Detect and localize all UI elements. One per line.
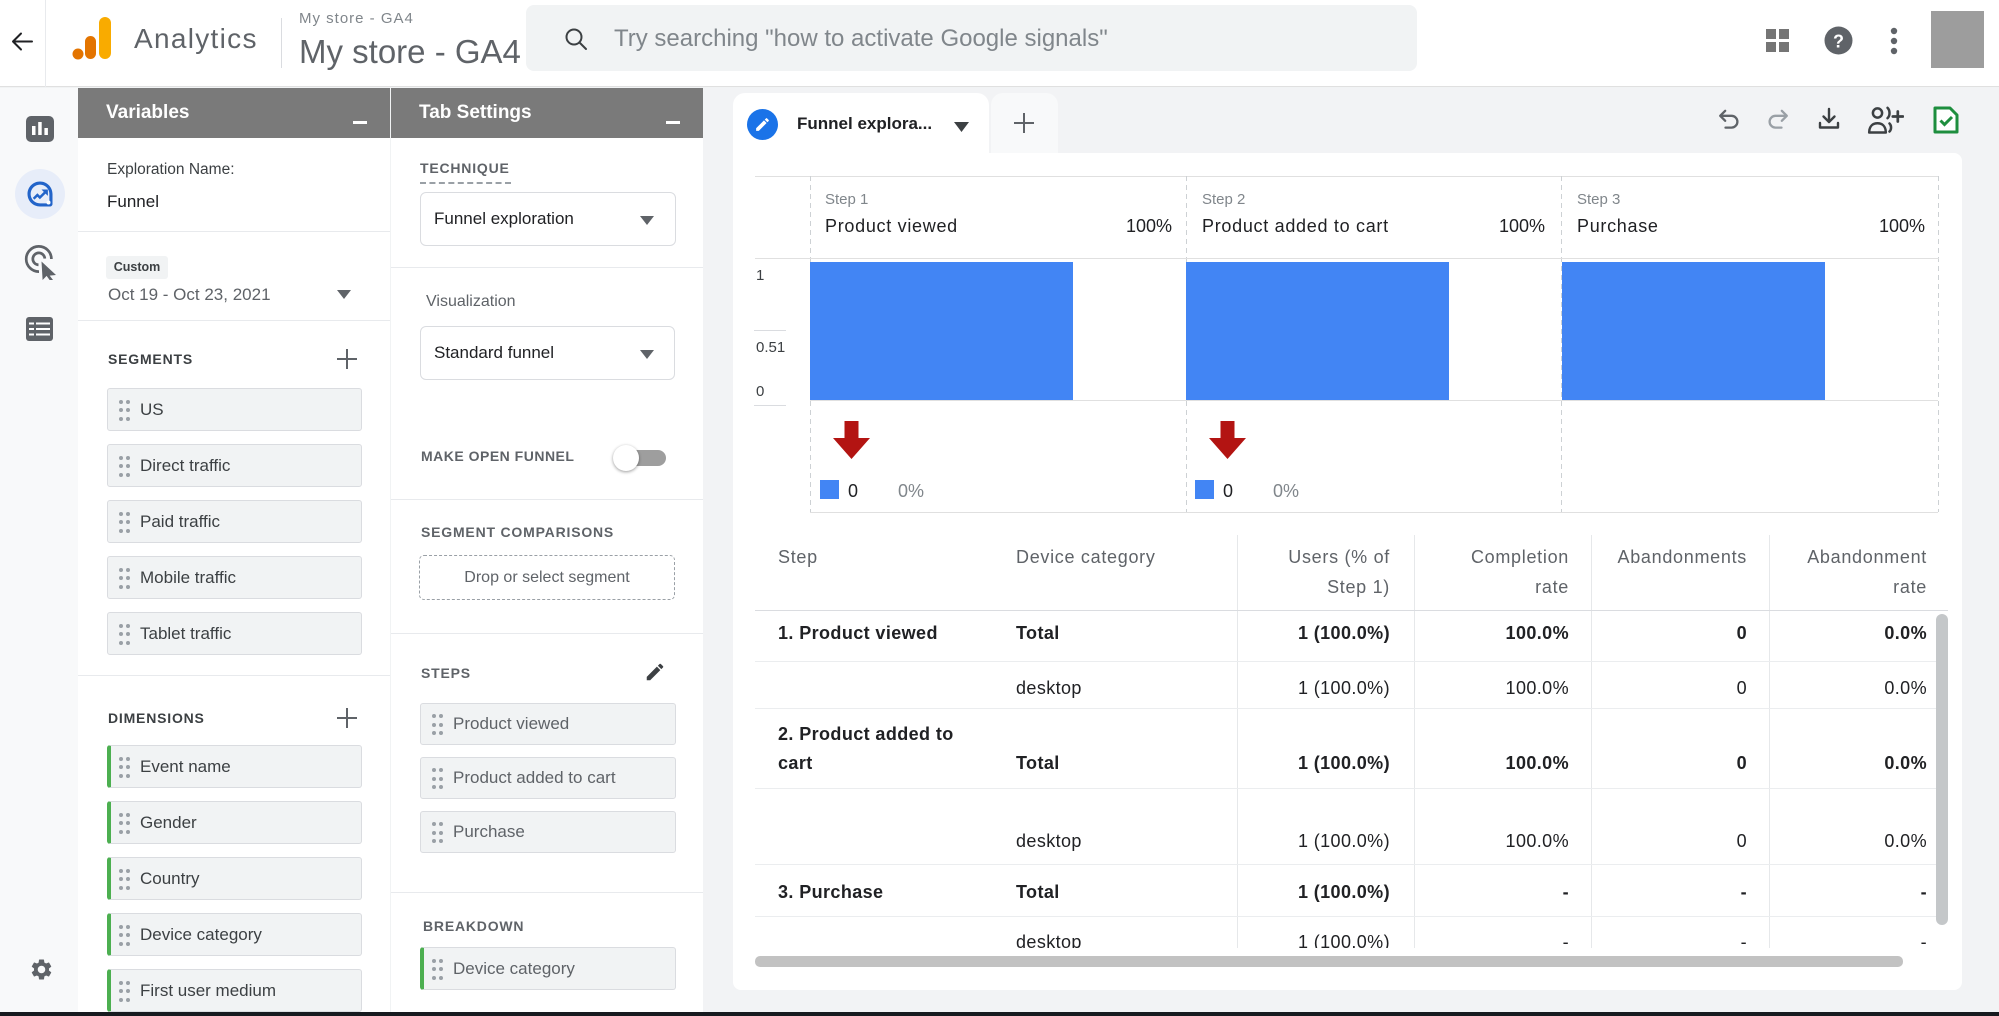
svg-text:?: ? (1833, 32, 1844, 52)
